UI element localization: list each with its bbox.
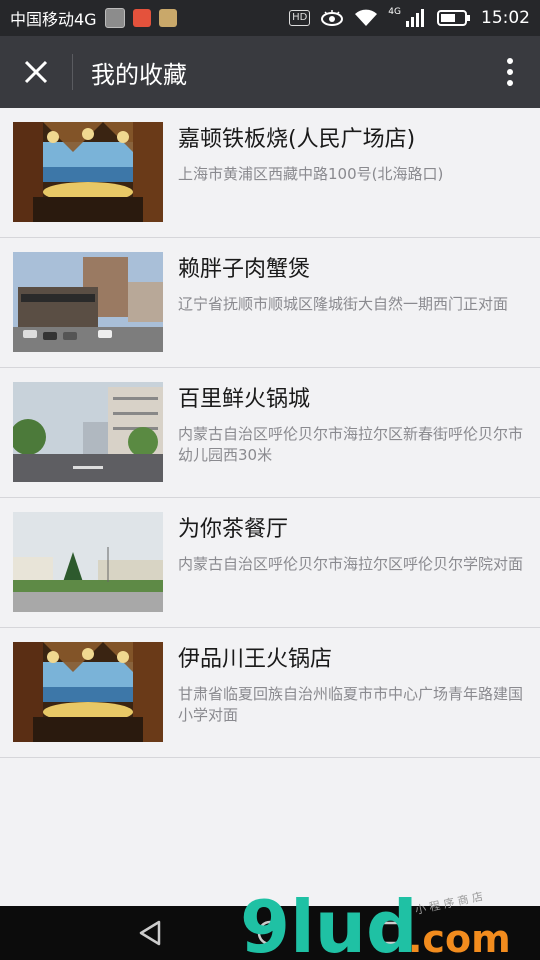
thumbnail-image <box>13 512 163 612</box>
photo-notification-icon <box>158 9 177 27</box>
restaurant-name: 伊品川王火锅店 <box>178 647 333 672</box>
favorite-item[interactable]: 为你茶餐厅 内蒙古自治区呼伦贝尔市海拉尔区呼伦贝尔学院对面 <box>0 498 540 628</box>
favorite-item[interactable]: 伊品川王火锅店 甘肃省临夏回族自治州临夏市市中心广场青年路建国小学对面 <box>0 628 540 758</box>
favorite-item[interactable]: 嘉顿铁板烧(人民广场店) 上海市黄浦区西藏中路100号(北海路口) <box>0 108 540 238</box>
status-bar: 中国移动4G HD 4G 15:02 <box>0 0 540 36</box>
gallery-notification-icon <box>104 8 125 28</box>
back-triangle-icon <box>139 920 161 946</box>
signal-icon <box>406 9 424 27</box>
thumbnail-image <box>13 382 163 482</box>
network-type-label: 4G <box>388 7 401 17</box>
back-button[interactable] <box>110 906 190 960</box>
thumbnail-image <box>13 252 163 352</box>
restaurant-name: 赖胖子肉蟹煲 <box>178 257 311 282</box>
more-vertical-icon <box>507 58 513 86</box>
header-divider <box>72 54 73 90</box>
battery-icon <box>437 10 470 26</box>
restaurant-address: 辽宁省抚顺市顺城区隆城街大自然一期西门正对面 <box>178 295 509 313</box>
thumbnail-image <box>13 122 163 222</box>
hd-badge: HD <box>289 10 311 26</box>
svg-text:9lud: 9lud <box>240 885 418 960</box>
restaurant-name: 为你茶餐厅 <box>178 517 289 542</box>
restaurant-address: 内蒙古自治区呼伦贝尔市海拉尔区新春街呼伦贝尔市幼儿园西30米 <box>178 425 524 464</box>
favorite-item[interactable]: 百里鲜火锅城 内蒙古自治区呼伦贝尔市海拉尔区新春街呼伦贝尔市幼儿园西30米 <box>0 368 540 498</box>
restaurant-address: 内蒙古自治区呼伦贝尔市海拉尔区呼伦贝尔学院对面 <box>178 555 524 573</box>
restaurant-address: 上海市黄浦区西藏中路100号(北海路口) <box>178 165 444 183</box>
eye-icon <box>321 10 344 26</box>
app-notification-icon <box>132 9 151 27</box>
favorites-list: 嘉顿铁板烧(人民广场店) 上海市黄浦区西藏中路100号(北海路口) 赖胖子肉蟹煲… <box>0 108 540 758</box>
app-header: 我的收藏 <box>0 36 540 108</box>
close-icon <box>24 60 48 84</box>
favorite-item[interactable]: 赖胖子肉蟹煲 辽宁省抚顺市顺城区隆城街大自然一期西门正对面 <box>0 238 540 368</box>
restaurant-name: 嘉顿铁板烧(人民广场店) <box>178 127 416 152</box>
site-watermark: 9lud .com 小 程 序 商 店 <box>240 885 511 960</box>
svg-text:.com: .com <box>408 917 511 960</box>
restaurant-name: 百里鲜火锅城 <box>178 387 311 412</box>
close-button[interactable] <box>0 36 72 108</box>
thumbnail-image <box>13 642 163 742</box>
page-title: 我的收藏 <box>91 60 187 89</box>
carrier-label: 中国移动4G <box>10 10 97 29</box>
wifi-icon <box>355 9 378 26</box>
more-button[interactable] <box>480 36 540 108</box>
restaurant-address: 甘肃省临夏回族自治州临夏市市中心广场青年路建国小学对面 <box>178 685 524 724</box>
clock: 15:02 <box>481 8 530 28</box>
svg-text:小 程 序 商 店: 小 程 序 商 店 <box>414 889 484 917</box>
